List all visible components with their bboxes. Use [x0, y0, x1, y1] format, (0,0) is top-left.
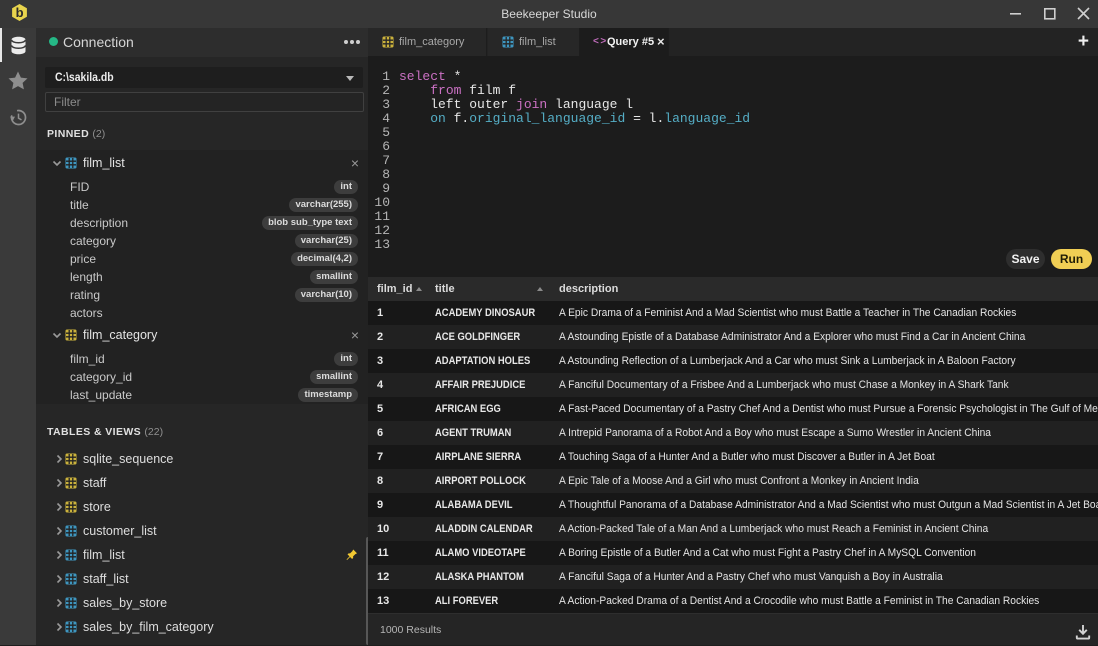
svg-text:b: b	[16, 5, 24, 20]
